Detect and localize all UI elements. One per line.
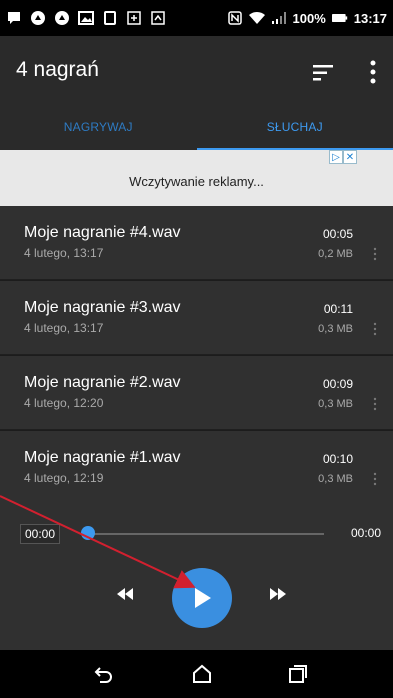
back-icon — [94, 667, 112, 683]
play-button[interactable] — [172, 568, 232, 628]
recording-date: 4 lutego, 13:17 — [24, 321, 104, 335]
recording-size: 0,3 MB — [318, 473, 353, 485]
system-status: 100% 13:17 — [227, 10, 387, 26]
more-vert-icon[interactable] — [365, 58, 381, 86]
seek-thumb[interactable] — [81, 526, 95, 540]
ad-loading-text: Wczytywanie reklamy... — [129, 174, 264, 189]
recording-date: 4 lutego, 12:19 — [24, 471, 104, 485]
clock: 13:17 — [353, 10, 387, 26]
list-item[interactable]: Moje nagranie #4.wav 4 lutego, 13:17 00:… — [0, 206, 393, 280]
notification-message-icon — [6, 10, 22, 26]
recording-size: 0,3 MB — [318, 323, 353, 335]
navigation-bar — [0, 650, 393, 698]
status-bar: 100% 13:17 — [0, 0, 393, 36]
recent-apps-button[interactable] — [286, 662, 310, 686]
recording-date: 4 lutego, 12:20 — [24, 396, 104, 410]
tab-listen[interactable]: SŁUCHAJ — [196, 112, 393, 150]
notification-app-icon — [30, 10, 46, 26]
more-vert-icon[interactable] — [371, 471, 379, 487]
notification-phone-icon — [102, 10, 118, 26]
list-item[interactable]: Moje nagranie #1.wav 4 lutego, 12:19 00:… — [0, 431, 393, 505]
battery-percentage: 100% — [292, 10, 326, 26]
total-time: 00:00 — [350, 526, 381, 540]
recording-duration: 00:09 — [322, 377, 353, 391]
ad-banner[interactable]: ▷ ✕ Wczytywanie reklamy... — [0, 150, 393, 206]
recordings-list: Moje nagranie #4.wav 4 lutego, 13:17 00:… — [0, 206, 393, 505]
recording-name: Moje nagranie #1.wav — [24, 449, 181, 466]
current-time: 00:00 — [20, 524, 61, 544]
recording-duration: 00:10 — [322, 452, 353, 466]
notification-app-icon — [54, 10, 70, 26]
back-button[interactable] — [92, 662, 116, 686]
recording-duration: 00:11 — [323, 302, 353, 316]
play-icon — [195, 588, 211, 608]
more-vert-icon[interactable] — [371, 321, 379, 337]
fast-forward-icon — [270, 588, 286, 600]
recording-name: Moje nagranie #3.wav — [24, 299, 181, 316]
recent-apps-icon — [289, 665, 307, 683]
audio-player: 00:00 00:00 — [0, 504, 393, 650]
tab-bar: NAGRYWAJ SŁUCHAJ — [0, 112, 393, 150]
recording-date: 4 lutego, 13:17 — [24, 246, 104, 260]
recording-name: Moje nagranie #2.wav — [24, 374, 181, 391]
recording-name: Moje nagranie #4.wav — [24, 224, 181, 241]
recording-size: 0,2 MB — [318, 248, 353, 260]
wifi-icon — [248, 10, 265, 26]
app-bar: 4 nagrań — [0, 36, 393, 112]
fast-forward-button[interactable] — [266, 586, 290, 602]
list-item[interactable]: Moje nagranie #2.wav 4 lutego, 12:20 00:… — [0, 356, 393, 430]
rewind-button[interactable] — [113, 586, 137, 602]
ad-close-icon[interactable]: ✕ — [343, 150, 357, 164]
battery-icon — [331, 10, 348, 26]
signal-icon — [271, 10, 287, 26]
ad-info-icon[interactable]: ▷ — [329, 150, 343, 164]
rewind-icon — [117, 588, 133, 600]
seek-bar[interactable] — [88, 533, 324, 535]
recording-size: 0,3 MB — [318, 398, 353, 410]
notification-box-icon — [126, 10, 142, 26]
list-item[interactable]: Moje nagranie #3.wav 4 lutego, 13:17 00:… — [0, 281, 393, 355]
more-vert-icon[interactable] — [371, 246, 379, 262]
ad-choices[interactable]: ▷ ✕ — [329, 150, 357, 164]
recording-duration: 00:05 — [322, 227, 353, 241]
more-vert-icon[interactable] — [371, 396, 379, 412]
notification-box-icon — [150, 10, 166, 26]
home-button[interactable] — [190, 662, 214, 686]
tab-record[interactable]: NAGRYWAJ — [0, 112, 197, 150]
home-icon — [193, 664, 211, 683]
notification-icons — [6, 10, 166, 26]
notification-image-icon — [78, 10, 94, 26]
sort-icon[interactable] — [311, 62, 335, 84]
page-title: 4 nagrań — [16, 58, 99, 81]
nfc-icon — [227, 10, 243, 26]
